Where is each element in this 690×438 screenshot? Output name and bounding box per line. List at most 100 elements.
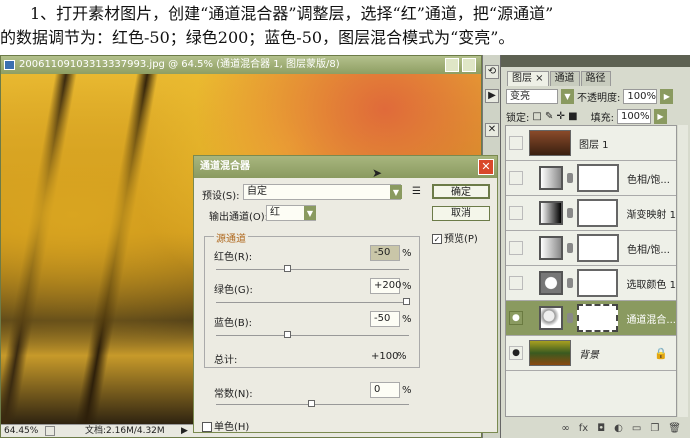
- opacity-input[interactable]: 100%: [623, 88, 658, 104]
- percent-sign: %: [402, 281, 412, 292]
- eye-icon[interactable]: ●: [509, 311, 523, 325]
- channel-mixer-icon: [538, 306, 563, 330]
- visibility-toggle[interactable]: [509, 171, 523, 185]
- layer-thumbnail: [529, 340, 571, 366]
- source-group-label: 源通道: [214, 230, 248, 245]
- layer-name: 色相/饱...: [627, 244, 670, 256]
- fx-icon[interactable]: fx: [579, 423, 588, 434]
- actions-icon[interactable]: ▶: [485, 89, 499, 103]
- layer-mask: [576, 304, 619, 332]
- document-title: 20061109103313337993.jpg @ 64.5% (通道混合器 …: [19, 59, 340, 70]
- document-titlebar[interactable]: 20061109103313337993.jpg @ 64.5% (通道混合器 …: [1, 56, 481, 74]
- link-icon: [567, 173, 573, 183]
- monochrome-label: 单色(H): [214, 422, 250, 433]
- layer-row[interactable]: 选取颜色 1: [506, 266, 676, 301]
- blue-slider-knob[interactable]: [284, 331, 292, 338]
- new-layer-icon[interactable]: ❐: [650, 423, 659, 434]
- layers-scrollbar[interactable]: [678, 125, 688, 417]
- layer-name: 背景: [579, 349, 599, 361]
- layers-panel: 图层 × 通道 路径 变亮 ▼ 不透明度: 100% ▶ 锁定: □ ✎ ✛ ■ 填…: [500, 55, 690, 438]
- preset-select[interactable]: 自定: [243, 184, 401, 200]
- ok-button[interactable]: 确定: [432, 184, 490, 199]
- red-label: 红色(R):: [214, 252, 253, 263]
- lock-icon: 🔒: [654, 346, 668, 360]
- constant-slider-knob[interactable]: [308, 400, 315, 407]
- lock-label: 锁定:: [506, 112, 530, 124]
- eye-icon[interactable]: ●: [509, 346, 523, 360]
- preview-checkbox[interactable]: ✓: [432, 234, 442, 244]
- layer-name: 图层 1: [579, 139, 609, 151]
- status-arrow-icon[interactable]: ▶: [181, 425, 188, 438]
- tab-channels[interactable]: 通道: [549, 71, 580, 86]
- green-input[interactable]: +200: [370, 278, 401, 294]
- group-icon[interactable]: ▭: [632, 423, 641, 434]
- output-channel-label: 输出通道(O):: [209, 212, 269, 223]
- visibility-toggle[interactable]: [509, 276, 523, 290]
- cancel-button[interactable]: 取消: [432, 206, 490, 221]
- percent-sign: %: [402, 314, 412, 325]
- blue-slider[interactable]: [216, 331, 409, 338]
- red-slider-knob[interactable]: [284, 265, 292, 272]
- layer-row-selected[interactable]: ● 通道混合...: [506, 301, 676, 336]
- mouse-cursor-icon: ➤: [372, 166, 383, 180]
- channel-mixer-dialog: 通道混合器 ✕ 预设(S): 自定 ▼ ☰ 确定 取消 ✓ 预览(P) 输出通道(…: [193, 155, 498, 433]
- fill-arrow-icon[interactable]: ▶: [653, 108, 667, 124]
- tools-icon[interactable]: ✕: [485, 123, 499, 137]
- layer-row[interactable]: ● 背景 🔒: [506, 336, 676, 371]
- visibility-toggle[interactable]: [509, 241, 523, 255]
- layer-row[interactable]: 色相/饱...: [506, 231, 676, 266]
- dialog-title[interactable]: 通道混合器: [194, 156, 497, 178]
- visibility-toggle[interactable]: [509, 206, 523, 220]
- layers-toolbar: ∞ fx ◘ ◐ ▭ ❐ 🗑: [501, 418, 690, 438]
- red-input[interactable]: -50: [370, 245, 400, 261]
- chevron-down-icon[interactable]: ▼: [390, 185, 402, 199]
- opacity-arrow-icon[interactable]: ▶: [660, 88, 674, 104]
- link-icon: [566, 278, 573, 288]
- zoom-level[interactable]: 64.45%: [4, 425, 38, 438]
- blend-mode-select[interactable]: 变亮: [506, 88, 558, 104]
- percent-sign: %: [402, 248, 412, 259]
- link-layers-icon[interactable]: ∞: [561, 423, 569, 434]
- add-mask-icon[interactable]: ◘: [597, 423, 605, 434]
- green-slider-knob[interactable]: [403, 298, 410, 305]
- lock-icons[interactable]: □ ✎ ✛ ■: [532, 111, 577, 122]
- preset-options-icon[interactable]: ☰: [412, 186, 421, 197]
- preset-label: 预设(S):: [202, 191, 240, 202]
- blue-input[interactable]: -50: [370, 311, 400, 327]
- panel-header[interactable]: [501, 55, 690, 67]
- layer-name: 渐变映射 1: [626, 209, 676, 221]
- adjustment-layer-icon[interactable]: ◐: [614, 423, 623, 434]
- visibility-toggle[interactable]: [509, 136, 523, 150]
- chevron-down-icon[interactable]: ▼: [561, 88, 574, 104]
- gradient-map-icon: [538, 201, 563, 225]
- red-slider[interactable]: [216, 265, 409, 272]
- history-icon[interactable]: ⟲: [485, 65, 499, 79]
- layer-row[interactable]: 渐变映射 1: [506, 196, 676, 231]
- tab-paths[interactable]: 路径: [580, 71, 611, 86]
- total-value: +100: [371, 351, 399, 362]
- chevron-down-icon[interactable]: ▼: [304, 206, 316, 220]
- status-icon[interactable]: [45, 426, 55, 436]
- constant-input[interactable]: 0: [370, 382, 400, 398]
- hue-saturation-icon: [539, 166, 563, 190]
- opacity-label: 不透明度:: [577, 92, 621, 104]
- intro-line-1: 1、打开素材图片，创建“通道混合器”调整层，选择“红”通道，把“源通道”: [30, 4, 554, 23]
- green-label: 绿色(G):: [214, 285, 253, 296]
- layer-name: 选取颜色 1: [626, 279, 676, 291]
- hue-saturation-icon: [539, 236, 563, 260]
- maximize-button[interactable]: [462, 58, 476, 72]
- tab-layers[interactable]: 图层 ×: [507, 71, 549, 86]
- layer-name: 色相/饱...: [627, 174, 670, 186]
- fill-input[interactable]: 100%: [616, 108, 651, 124]
- close-icon[interactable]: ✕: [478, 159, 494, 175]
- minimize-button[interactable]: [445, 58, 459, 72]
- layer-mask: [576, 269, 619, 297]
- layer-row[interactable]: 色相/饱...: [506, 161, 676, 196]
- layer-row[interactable]: 图层 1: [506, 126, 676, 161]
- constant-slider[interactable]: [216, 400, 409, 407]
- tutorial-text: 1、打开素材图片，创建“通道混合器”调整层，选择“红”通道，把“源通道” 的数据…: [0, 2, 690, 50]
- layer-mask: [577, 164, 619, 192]
- trash-icon[interactable]: 🗑: [668, 423, 681, 434]
- green-slider[interactable]: [216, 298, 410, 305]
- monochrome-checkbox[interactable]: [202, 422, 212, 432]
